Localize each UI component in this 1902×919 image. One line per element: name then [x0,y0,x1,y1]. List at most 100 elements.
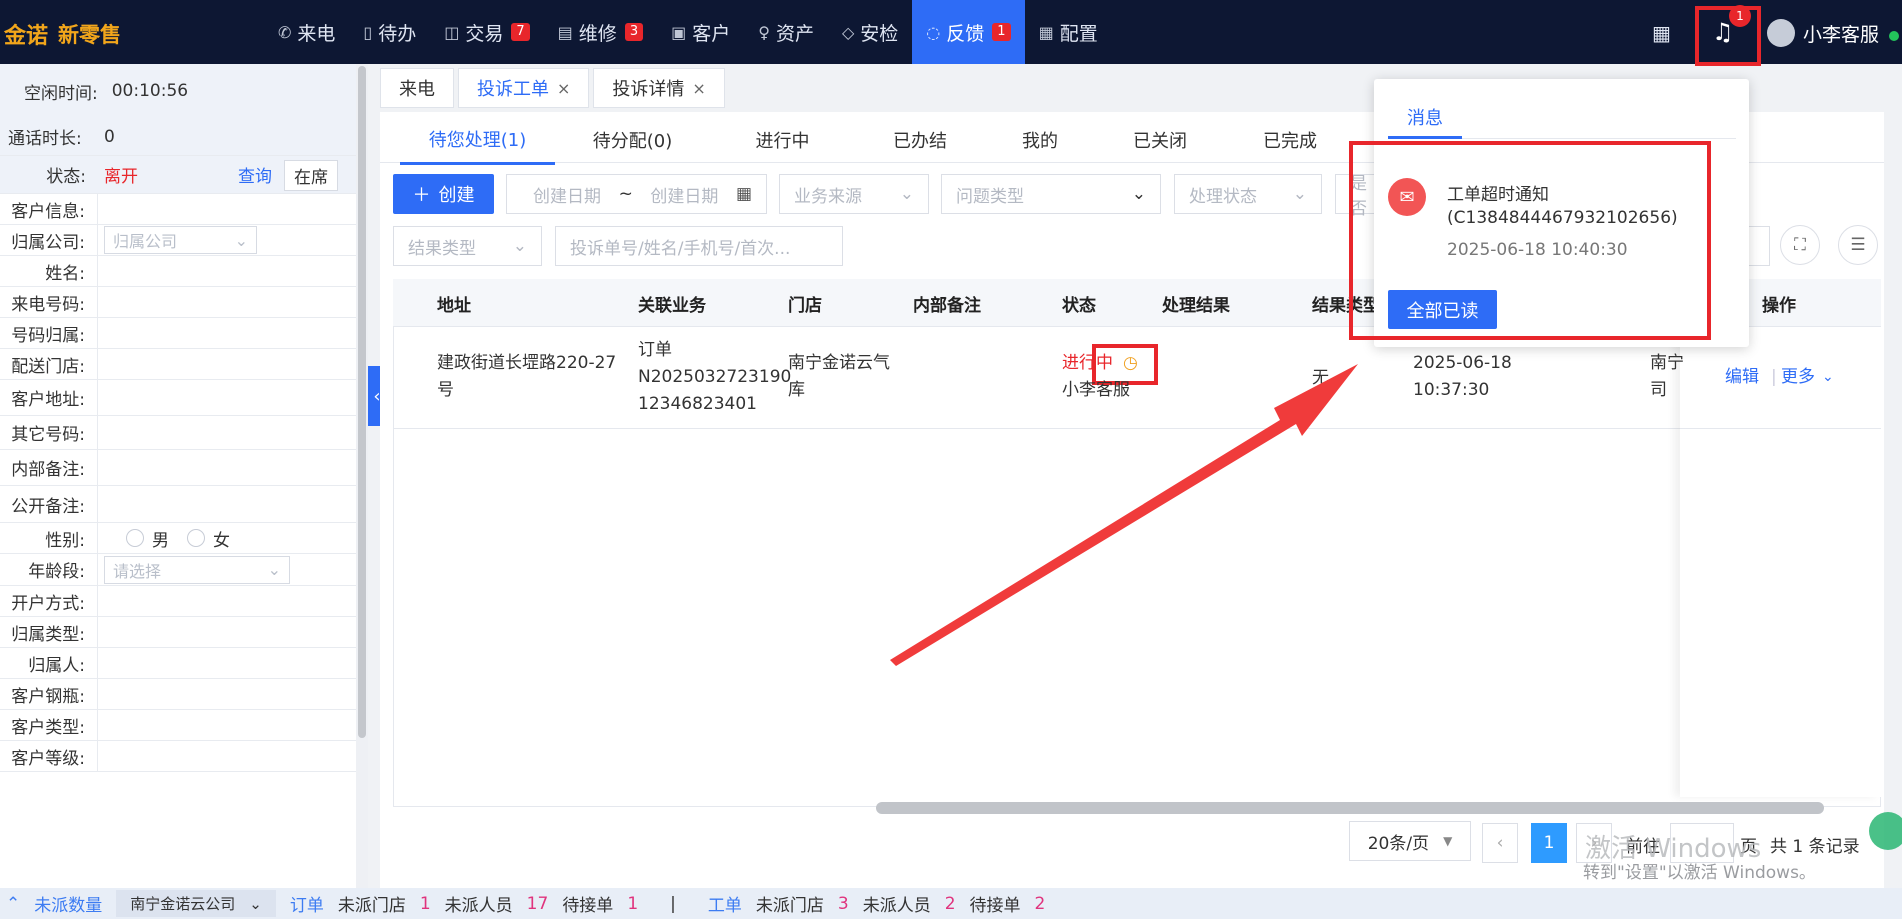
messages-tab[interactable]: 消息 [1407,104,1443,130]
page-size-value: 20条/页 [1367,833,1430,854]
customer-info-panel: 空闲时间: 00:10:56 通话时长: 0 状态: 离开 查询 在席 客户信息: 归… [0,64,356,888]
field-label: 客户等级: [0,741,98,771]
field-label: 归属人: [0,648,98,678]
field-value[interactable]: 归属公司 ⌄ [98,226,356,254]
windows-watermark-sub: 转到"设置"以激活 Windows。 [1583,863,1816,883]
cell-biz-order[interactable]: N2025032723190 [638,364,791,391]
date-range-picker[interactable]: 创建日期 ~ 创建日期 ▦ [506,174,767,214]
subtab-1[interactable]: 待分配(0) [555,115,710,165]
nav-item-4[interactable]: ▣ 客户 [657,0,744,64]
gender-male-radio[interactable]: 男 [126,526,169,551]
call-label: 通话时长: [8,129,82,149]
page-tab-1[interactable]: 投诉工单 × [458,68,590,108]
page-size-select[interactable]: 20条/页 ▼ [1349,821,1471,861]
field-row: 开户方式: [0,586,356,617]
chevron-down-icon: ⌄ [267,560,281,579]
brand-logo[interactable]: 金诺 新零售 [4,18,121,50]
nav-item-6[interactable]: ◇ 安检 [828,0,912,64]
order-unassigned-store-count[interactable]: 1 [420,894,431,914]
caret-down-icon: ▼ [1443,834,1453,848]
create-button[interactable]: ＋ 创建 [393,174,494,214]
company-select[interactable]: 归属公司 ⌄ [104,226,257,254]
wo-unassigned-store-count[interactable]: 3 [838,894,849,914]
edit-link[interactable]: 编辑 [1725,364,1759,391]
chevron-up-icon[interactable]: ⌃ [6,894,20,914]
field-label: 客户类型: [0,710,98,740]
close-icon[interactable]: × [692,79,705,98]
nav-item-5[interactable]: ♀ 资产 [744,0,828,64]
field-label: 性别: [0,523,98,553]
company-value: 南宁金诺云公司 [130,895,236,913]
status-query-link[interactable]: 查询 [238,162,272,187]
field-row: 客户地址: [0,380,356,416]
page-tab-0[interactable]: 来电 [380,68,454,108]
avatar[interactable] [1767,19,1795,47]
close-icon[interactable]: × [557,79,570,98]
company-select[interactable]: 南宁金诺云公司 ⌄ [116,890,276,917]
field-label: 号码归属: [0,318,98,348]
source-select[interactable]: 业务来源 ⌄ [779,174,929,214]
cell-time: 10:37:30 [1413,380,1490,400]
select-placeholder: 归属公司 [113,232,178,251]
nav-item-7[interactable]: ◌ 反馈 1 [912,0,1025,64]
workorder-label: 工单 [707,896,742,916]
radio-label: 男 [152,530,169,551]
order-pending-label: 待接单 [562,896,614,916]
order-pending-count[interactable]: 1 [627,894,638,914]
page-tab-2[interactable]: 投诉详情 × [593,68,725,108]
prev-page-button[interactable]: ‹ [1482,823,1518,863]
search-input[interactable]: 投诉单号/姓名/手机号/首次... [555,226,843,266]
issue-type-select[interactable]: 问题类型 ⌄ [941,174,1161,214]
wo-pending-count[interactable]: 2 [1035,894,1046,914]
online-status-dot [1889,31,1899,41]
nav-item-8[interactable]: ▦ 配置 [1025,0,1112,64]
result-type-select[interactable]: 结果类型 ⌄ [393,226,542,266]
fullscreen-icon[interactable]: ⛶ [1780,225,1820,265]
bottom-separator: | [670,893,676,914]
order-unassigned-person-count[interactable]: 17 [527,894,549,914]
left-scrollbar-thumb[interactable] [358,66,366,738]
radio-circle[interactable] [126,529,144,547]
subtab-4[interactable]: 我的 [985,115,1095,165]
status-subtabs: 待您处理(1) 待分配(0) 进行中 已办结 我的 已关闭 已完成 [400,115,1355,165]
qrcode-icon[interactable]: ▦ [1652,21,1674,45]
chevron-down-icon: ⌄ [1822,369,1834,385]
field-row: 内部备注: [0,450,356,486]
status-onduty-button[interactable]: 在席 [284,160,338,191]
subtab-6[interactable]: 已完成 [1225,115,1355,165]
subtab-5[interactable]: 已关闭 [1095,115,1225,165]
subtab-2[interactable]: 进行中 [710,115,855,165]
bulb-icon: ♀ [758,22,770,42]
bottom-status-bar: ⌃ 未派数量 南宁金诺云公司 ⌄ 订单 未派门店 1 未派人员 17 待接单 1 | 工… [0,888,1902,919]
float-assistant-icon[interactable] [1869,812,1902,850]
result-placeholder: 结果类型 [408,238,476,259]
more-link[interactable]: 更多 [1781,364,1815,391]
gender-female-radio[interactable]: 女 [187,526,230,551]
columns-list-icon[interactable]: ☰ [1838,225,1878,265]
field-label: 开户方式: [0,586,98,616]
page-tab-label: 投诉详情 [612,79,685,100]
nav-item-2[interactable]: ◫ 交易 7 [430,0,543,64]
age-select[interactable]: 请选择 ⌄ [104,555,290,584]
nav-label: 客户 [692,22,731,45]
user-name[interactable]: 小李客服 [1803,20,1879,47]
nav-item-3[interactable]: ▤ 维修 3 [544,0,657,64]
nav-item-1[interactable]: ▯ 待办 [349,0,430,64]
table-horizontal-scrollbar[interactable] [876,802,1824,814]
field-row: 归属人: [0,648,356,679]
wo-unassigned-person-count[interactable]: 2 [945,894,956,914]
nav-label: 待办 [378,22,417,45]
handle-status-select[interactable]: 处理状态 ⌄ [1174,174,1322,214]
subtab-0[interactable]: 待您处理(1) [400,115,555,165]
shield-icon: ◇ [841,22,855,42]
radio-circle[interactable] [187,529,205,547]
unassigned-toggle[interactable]: 未派数量 [34,891,102,916]
page-1-button[interactable]: 1 [1531,823,1567,863]
field-value[interactable]: 男女 [98,526,356,551]
nav-item-0[interactable]: ✆ 来电 [264,0,349,64]
select-placeholder: 请选择 [113,561,162,581]
cell-company-2: 司 [1650,380,1667,400]
field-value[interactable]: 请选择 ⌄ [98,555,356,584]
subtab-3[interactable]: 已办结 [855,115,985,165]
handle-placeholder: 处理状态 [1189,186,1257,207]
